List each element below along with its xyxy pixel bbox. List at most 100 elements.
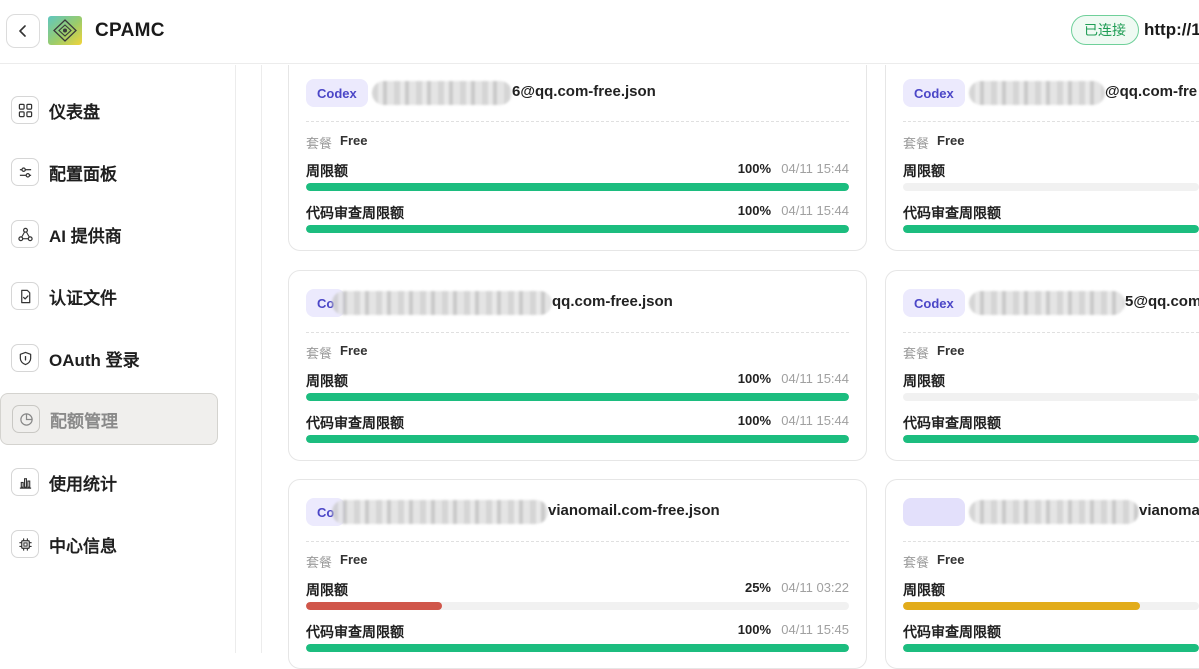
sidebar-item-label: 仪表盘 bbox=[49, 102, 100, 122]
quota-row: 代码审查周限额 bbox=[903, 203, 1199, 243]
file-check-icon bbox=[11, 282, 39, 310]
chip-icon bbox=[11, 530, 39, 558]
card-divider bbox=[903, 332, 1199, 333]
sidebar-item-ai-providers[interactable]: AI 提供商 bbox=[0, 208, 218, 260]
card-header: Codex 5@qq.com-fr bbox=[903, 289, 1199, 317]
auth-filename: qq.com-free.json bbox=[552, 293, 673, 310]
card-divider bbox=[306, 121, 849, 122]
card-header: vianomail. bbox=[903, 498, 1199, 526]
quota-card: Co qq.com-free.json 套餐 Free 周限额 100% 04/… bbox=[288, 270, 867, 461]
quota-label: 代码审查周限额 bbox=[306, 624, 404, 640]
redacted-text bbox=[332, 500, 548, 524]
quota-percent: 100% bbox=[737, 413, 771, 428]
provider-tag bbox=[903, 498, 965, 526]
quota-progress-fill bbox=[306, 435, 849, 443]
quota-label: 周限额 bbox=[306, 373, 348, 389]
quota-label: 代码审查周限额 bbox=[903, 415, 1001, 431]
redacted-text bbox=[332, 291, 552, 315]
quota-label: 周限额 bbox=[306, 163, 348, 179]
sidebar-item-usage-stats[interactable]: 使用统计 bbox=[0, 456, 218, 508]
quota-progress-bar bbox=[306, 435, 849, 443]
quota-progress-fill bbox=[903, 644, 1199, 652]
sidebar-item-dashboard[interactable]: 仪表盘 bbox=[0, 84, 218, 136]
card-header: Co vianomail.com-free.json bbox=[306, 498, 849, 526]
card-header: Co qq.com-free.json bbox=[306, 289, 849, 317]
server-url: http://1 bbox=[1144, 20, 1199, 39]
card-divider bbox=[306, 332, 849, 333]
quota-progress-bar bbox=[903, 435, 1199, 443]
quota-label: 周限额 bbox=[903, 163, 945, 179]
redacted-text bbox=[969, 500, 1139, 524]
top-header: CPAMC 已连接 http://1 bbox=[0, 0, 1199, 64]
plan-key: 套餐 bbox=[306, 555, 333, 570]
card-divider bbox=[306, 541, 849, 542]
quota-progress-fill bbox=[306, 644, 849, 652]
quota-progress-bar bbox=[306, 225, 849, 233]
redacted-text bbox=[969, 81, 1105, 105]
sidebar-item-config[interactable]: 配置面板 bbox=[0, 146, 218, 198]
provider-tag: Codex bbox=[903, 79, 965, 107]
chevron-left-icon bbox=[19, 25, 26, 37]
quota-progress-fill bbox=[306, 602, 442, 610]
sidebar-item-auth-files[interactable]: 认证文件 bbox=[0, 270, 218, 322]
auth-filename: 6@qq.com-free.json bbox=[512, 83, 656, 100]
quota-label: 代码审查周限额 bbox=[306, 415, 404, 431]
quota-row: 周限额 100% 04/11 15:44 bbox=[306, 161, 849, 201]
plan-row: 套餐 Free bbox=[306, 552, 367, 571]
quota-progress-bar bbox=[903, 183, 1199, 191]
plan-value: Free bbox=[340, 343, 368, 358]
quota-progress-bar bbox=[903, 602, 1199, 610]
quota-card: Co vianomail.com-free.json 套餐 Free 周限额 2… bbox=[288, 479, 867, 669]
quota-card: Codex 6@qq.com-free.json 套餐 Free 周限额 100… bbox=[288, 65, 867, 251]
plan-key: 套餐 bbox=[903, 555, 930, 570]
quota-progress-fill bbox=[306, 225, 849, 233]
quota-progress-fill bbox=[306, 393, 849, 401]
quota-percent: 25% bbox=[744, 580, 771, 595]
quota-percent: 100% bbox=[737, 203, 771, 218]
plan-value: Free bbox=[340, 133, 368, 148]
quota-percent: 100% bbox=[737, 371, 771, 386]
plan-row: 套餐 Free bbox=[306, 133, 367, 152]
quota-label: 代码审查周限额 bbox=[903, 624, 1001, 640]
auth-filename: vianomail. bbox=[1139, 502, 1199, 519]
quota-progress-fill bbox=[903, 225, 1199, 233]
quota-progress-bar bbox=[306, 183, 849, 191]
sidebar-item-label: OAuth 登录 bbox=[49, 350, 140, 370]
sidebar-item-label: 中心信息 bbox=[49, 536, 117, 556]
redacted-text bbox=[969, 291, 1125, 315]
content-divider bbox=[261, 65, 262, 653]
redacted-text bbox=[372, 81, 512, 105]
sidebar-item-quota-management[interactable]: 配额管理 bbox=[0, 393, 218, 445]
sliders-icon bbox=[11, 158, 39, 186]
quota-reset-time: 04/11 15:45 bbox=[781, 622, 849, 637]
provider-tag: Codex bbox=[306, 79, 368, 107]
quota-progress-bar bbox=[306, 602, 849, 610]
quota-progress-bar bbox=[306, 393, 849, 401]
auth-filename: @qq.com-fre bbox=[1105, 83, 1198, 100]
network-icon bbox=[11, 220, 39, 248]
quota-card: Codex @qq.com-fre 套餐 Free 周限额 代码审查周限额 bbox=[885, 65, 1199, 251]
back-button[interactable] bbox=[6, 14, 40, 48]
plan-row: 套餐 Free bbox=[903, 552, 964, 571]
quota-percent: 100% bbox=[737, 622, 771, 637]
plan-value: Free bbox=[340, 552, 368, 567]
quota-reset-time: 04/11 15:44 bbox=[781, 413, 849, 428]
quota-label: 周限额 bbox=[306, 582, 348, 598]
card-header: Codex @qq.com-fre bbox=[903, 79, 1199, 107]
plan-value: Free bbox=[937, 133, 965, 148]
sidebar-item-center-info[interactable]: 中心信息 bbox=[0, 518, 218, 570]
plan-key: 套餐 bbox=[903, 346, 930, 361]
quota-reset-time: 04/11 03:22 bbox=[781, 580, 849, 595]
quota-row: 周限额 bbox=[903, 580, 1199, 620]
sidebar: 仪表盘 配置面板 AI 提供商 认证文件 OAuth 登录 配额管理 使用统计 … bbox=[0, 65, 236, 653]
quota-label: 周限额 bbox=[903, 373, 945, 389]
quota-label: 代码审查周限额 bbox=[306, 205, 404, 221]
plan-row: 套餐 Free bbox=[306, 343, 367, 362]
card-divider bbox=[903, 541, 1199, 542]
sidebar-item-oauth-login[interactable]: OAuth 登录 bbox=[0, 332, 218, 384]
quota-label: 周限额 bbox=[903, 582, 945, 598]
quota-progress-bar bbox=[306, 644, 849, 652]
quota-card: Codex 5@qq.com-fr 套餐 Free 周限额 代码审查周限额 bbox=[885, 270, 1199, 461]
quota-row: 周限额 bbox=[903, 371, 1199, 411]
app-logo bbox=[48, 16, 82, 45]
